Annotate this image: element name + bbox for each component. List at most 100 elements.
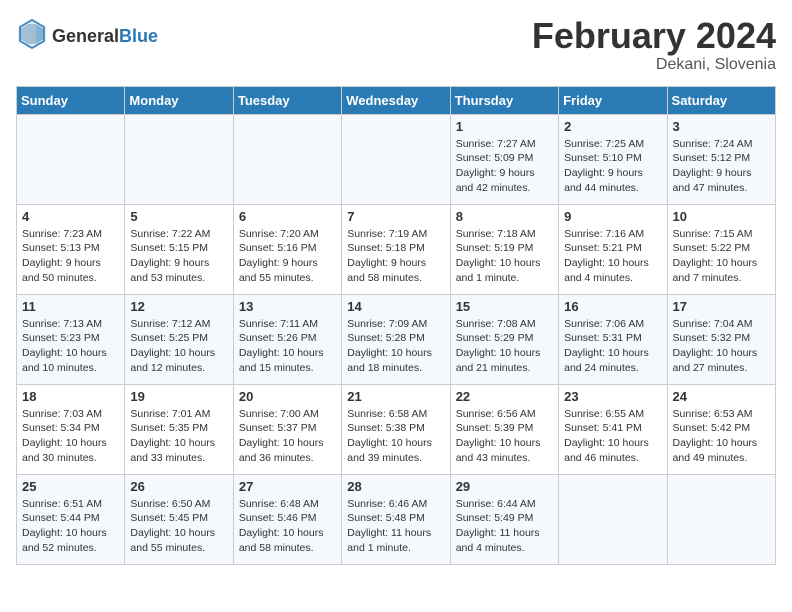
weekday-header-wednesday: Wednesday <box>342 86 450 114</box>
day-info: Sunrise: 7:16 AM Sunset: 5:21 PM Dayligh… <box>564 227 661 286</box>
calendar-cell: 9 Sunrise: 7:16 AM Sunset: 5:21 PM Daylig… <box>559 204 667 294</box>
day-info: Sunrise: 7:09 AM Sunset: 5:28 PM Dayligh… <box>347 317 444 376</box>
day-number: 23 <box>564 389 661 404</box>
calendar-cell: 19Sunrise: 7:01 AM Sunset: 5:35 PM Dayli… <box>125 384 233 474</box>
calendar-cell <box>667 474 775 564</box>
calendar-body: 1 Sunrise: 7:27 AM Sunset: 5:09 PM Daylig… <box>17 114 776 564</box>
day-number: 18 <box>22 389 119 404</box>
day-info: Sunrise: 6:46 AM Sunset: 5:48 PM Dayligh… <box>347 497 444 556</box>
day-number: 6 <box>239 209 336 224</box>
calendar-cell: 18 Sunrise: 7:03 AM Sunset: 5:34 PM Dayli… <box>17 384 125 474</box>
calendar-cell <box>125 114 233 204</box>
logo-icon <box>16 16 48 57</box>
calendar-cell: 7 Sunrise: 7:19 AM Sunset: 5:18 PM Daylig… <box>342 204 450 294</box>
day-info: Sunrise: 7:12 AM Sunset: 5:25 PM Dayligh… <box>130 317 227 376</box>
calendar-header: SundayMondayTuesdayWednesdayThursdayFrid… <box>17 86 776 114</box>
calendar-cell: 16Sunrise: 7:06 AM Sunset: 5:31 PM Dayli… <box>559 294 667 384</box>
day-number: 16 <box>564 299 661 314</box>
weekday-header-tuesday: Tuesday <box>233 86 341 114</box>
calendar-cell <box>559 474 667 564</box>
day-info: Sunrise: 6:53 AM Sunset: 5:42 PM Dayligh… <box>673 407 770 466</box>
calendar-week-row: 4 Sunrise: 7:23 AM Sunset: 5:13 PM Daylig… <box>17 204 776 294</box>
calendar-cell: 6Sunrise: 7:20 AM Sunset: 5:16 PM Daylig… <box>233 204 341 294</box>
day-number: 5 <box>130 209 227 224</box>
calendar-cell: 23 Sunrise: 6:55 AM Sunset: 5:41 PM Dayli… <box>559 384 667 474</box>
calendar-cell: 2 Sunrise: 7:25 AM Sunset: 5:10 PM Daylig… <box>559 114 667 204</box>
day-number: 12 <box>130 299 227 314</box>
day-number: 7 <box>347 209 444 224</box>
calendar-week-row: 11 Sunrise: 7:13 AM Sunset: 5:23 PM Dayli… <box>17 294 776 384</box>
calendar-cell: 1 Sunrise: 7:27 AM Sunset: 5:09 PM Daylig… <box>450 114 558 204</box>
day-info: Sunrise: 7:23 AM Sunset: 5:13 PM Dayligh… <box>22 227 119 286</box>
calendar-cell <box>342 114 450 204</box>
calendar-cell: 4 Sunrise: 7:23 AM Sunset: 5:13 PM Daylig… <box>17 204 125 294</box>
day-info: Sunrise: 7:04 AM Sunset: 5:32 PM Dayligh… <box>673 317 770 376</box>
calendar-cell: 10 Sunrise: 7:15 AM Sunset: 5:22 PM Dayli… <box>667 204 775 294</box>
day-info: Sunrise: 7:03 AM Sunset: 5:34 PM Dayligh… <box>22 407 119 466</box>
calendar-table: SundayMondayTuesdayWednesdayThursdayFrid… <box>16 86 776 565</box>
day-number: 1 <box>456 119 553 134</box>
day-info: Sunrise: 7:18 AM Sunset: 5:19 PM Dayligh… <box>456 227 553 286</box>
day-info: Sunrise: 7:25 AM Sunset: 5:10 PM Dayligh… <box>564 137 661 196</box>
day-info: Sunrise: 7:01 AM Sunset: 5:35 PM Dayligh… <box>130 407 227 466</box>
weekday-header-friday: Friday <box>559 86 667 114</box>
logo: GeneralBlue <box>16 16 158 57</box>
day-info: Sunrise: 7:27 AM Sunset: 5:09 PM Dayligh… <box>456 137 553 196</box>
day-info: Sunrise: 6:58 AM Sunset: 5:38 PM Dayligh… <box>347 407 444 466</box>
calendar-cell: 29 Sunrise: 6:44 AM Sunset: 5:49 PM Dayli… <box>450 474 558 564</box>
calendar-cell: 27 Sunrise: 6:48 AM Sunset: 5:46 PM Dayli… <box>233 474 341 564</box>
page-header: GeneralBlue February 2024 Dekani, Sloven… <box>16 16 776 74</box>
calendar-cell: 25Sunrise: 6:51 AM Sunset: 5:44 PM Dayli… <box>17 474 125 564</box>
day-info: Sunrise: 7:00 AM Sunset: 5:37 PM Dayligh… <box>239 407 336 466</box>
calendar-cell: 8 Sunrise: 7:18 AM Sunset: 5:19 PM Daylig… <box>450 204 558 294</box>
calendar-cell: 21 Sunrise: 6:58 AM Sunset: 5:38 PM Dayli… <box>342 384 450 474</box>
day-info: Sunrise: 7:08 AM Sunset: 5:29 PM Dayligh… <box>456 317 553 376</box>
calendar-cell: 14Sunrise: 7:09 AM Sunset: 5:28 PM Dayli… <box>342 294 450 384</box>
day-number: 24 <box>673 389 770 404</box>
day-info: Sunrise: 6:56 AM Sunset: 5:39 PM Dayligh… <box>456 407 553 466</box>
day-info: Sunrise: 7:24 AM Sunset: 5:12 PM Dayligh… <box>673 137 770 196</box>
day-number: 21 <box>347 389 444 404</box>
calendar-week-row: 25Sunrise: 6:51 AM Sunset: 5:44 PM Dayli… <box>17 474 776 564</box>
day-number: 28 <box>347 479 444 494</box>
calendar-cell: 5 Sunrise: 7:22 AM Sunset: 5:15 PM Daylig… <box>125 204 233 294</box>
day-number: 10 <box>673 209 770 224</box>
day-number: 13 <box>239 299 336 314</box>
day-number: 4 <box>22 209 119 224</box>
calendar-cell: 3Sunrise: 7:24 AM Sunset: 5:12 PM Daylig… <box>667 114 775 204</box>
calendar-week-row: 1 Sunrise: 7:27 AM Sunset: 5:09 PM Daylig… <box>17 114 776 204</box>
day-info: Sunrise: 6:51 AM Sunset: 5:44 PM Dayligh… <box>22 497 119 556</box>
calendar-week-row: 18 Sunrise: 7:03 AM Sunset: 5:34 PM Dayli… <box>17 384 776 474</box>
calendar-cell: 15Sunrise: 7:08 AM Sunset: 5:29 PM Dayli… <box>450 294 558 384</box>
day-info: Sunrise: 7:19 AM Sunset: 5:18 PM Dayligh… <box>347 227 444 286</box>
day-info: Sunrise: 7:15 AM Sunset: 5:22 PM Dayligh… <box>673 227 770 286</box>
title-block: February 2024 Dekani, Slovenia <box>532 16 776 74</box>
day-number: 26 <box>130 479 227 494</box>
calendar-cell: 20 Sunrise: 7:00 AM Sunset: 5:37 PM Dayli… <box>233 384 341 474</box>
calendar-cell <box>233 114 341 204</box>
day-number: 9 <box>564 209 661 224</box>
day-info: Sunrise: 6:55 AM Sunset: 5:41 PM Dayligh… <box>564 407 661 466</box>
day-number: 22 <box>456 389 553 404</box>
day-number: 20 <box>239 389 336 404</box>
day-number: 11 <box>22 299 119 314</box>
day-info: Sunrise: 6:48 AM Sunset: 5:46 PM Dayligh… <box>239 497 336 556</box>
day-info: Sunrise: 6:50 AM Sunset: 5:45 PM Dayligh… <box>130 497 227 556</box>
day-info: Sunrise: 7:22 AM Sunset: 5:15 PM Dayligh… <box>130 227 227 286</box>
calendar-cell: 26 Sunrise: 6:50 AM Sunset: 5:45 PM Dayli… <box>125 474 233 564</box>
calendar-cell: 11 Sunrise: 7:13 AM Sunset: 5:23 PM Dayli… <box>17 294 125 384</box>
calendar-cell: 22 Sunrise: 6:56 AM Sunset: 5:39 PM Dayli… <box>450 384 558 474</box>
day-info: Sunrise: 6:44 AM Sunset: 5:49 PM Dayligh… <box>456 497 553 556</box>
calendar-cell: 12 Sunrise: 7:12 AM Sunset: 5:25 PM Dayli… <box>125 294 233 384</box>
day-number: 2 <box>564 119 661 134</box>
day-info: Sunrise: 7:11 AM Sunset: 5:26 PM Dayligh… <box>239 317 336 376</box>
day-number: 8 <box>456 209 553 224</box>
month-year-title: February 2024 <box>532 16 776 56</box>
location-subtitle: Dekani, Slovenia <box>532 56 776 74</box>
day-number: 29 <box>456 479 553 494</box>
day-number: 27 <box>239 479 336 494</box>
day-info: Sunrise: 7:13 AM Sunset: 5:23 PM Dayligh… <box>22 317 119 376</box>
calendar-cell: 13 Sunrise: 7:11 AM Sunset: 5:26 PM Dayli… <box>233 294 341 384</box>
day-number: 17 <box>673 299 770 314</box>
calendar-cell: 24 Sunrise: 6:53 AM Sunset: 5:42 PM Dayli… <box>667 384 775 474</box>
